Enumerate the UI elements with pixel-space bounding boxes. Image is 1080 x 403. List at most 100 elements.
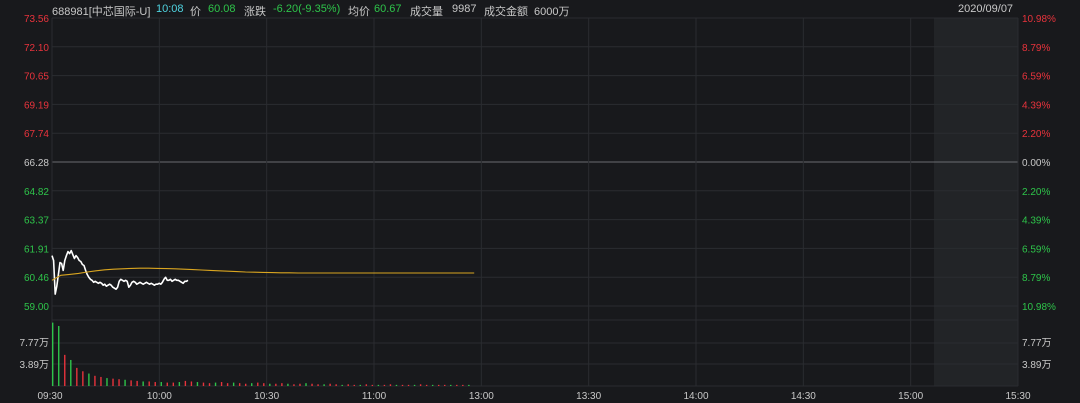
volume-bar [353,384,355,386]
volume-bar [341,384,343,386]
volume-tick-label: 7.77万 [20,338,49,349]
volume-bar [347,384,349,386]
volume-bar [136,380,138,386]
volume-bar [251,383,253,386]
volume-bar [305,383,307,386]
time-axis-labels: 09:30 10:00 10:30 11:00 13:00 13:30 14:00 14:30… [37,391,1030,402]
percent-tick-label: 6.59% [1022,72,1050,83]
volume-bar [450,384,452,386]
price-tick-label: 66.28 [24,158,49,169]
price-tick-label: 60.46 [24,273,49,284]
time-tick-label: 10:00 [147,391,172,402]
volume-bar [287,383,289,386]
volume-bar [172,382,175,386]
percent-tick-label: 8.79% [1022,43,1050,54]
volume-bar [431,384,434,386]
volume-bar [178,382,181,386]
volume-tick-label: 3.89万 [1022,360,1051,371]
percent-tick-label: 10.98% [1022,302,1056,313]
volume-bar [196,382,199,386]
volume-bar [64,354,66,386]
volume-bar [395,384,398,386]
time-tick-label: 11:00 [362,391,387,402]
time-tick-label: 13:00 [469,391,494,402]
price-lines [51,249,475,295]
percent-tick-label: 2.20% [1022,129,1050,140]
volume-bar [160,382,162,386]
volume-bar [377,384,380,386]
volume-bars [52,322,470,386]
volume-bar [383,384,386,386]
percent-tick-label: 10.98% [1022,14,1056,25]
volume-bar [124,379,126,386]
volume-bar [76,367,78,386]
volume-bar [58,326,60,386]
volume-bar [112,378,114,386]
volume-bar [220,382,223,386]
avg-price-series-line [51,267,475,281]
volume-bar [94,375,96,386]
volume-bar [311,383,313,386]
time-tick-label: 14:00 [683,391,708,402]
price-tick-label: 70.65 [24,72,49,83]
volume-bar [437,384,440,386]
volume-bar [269,383,271,386]
time-tick-label: 09:30 [37,391,62,402]
volume-bar [335,384,337,386]
volume-bar [299,383,301,386]
percent-axis-labels: 10.98% 8.79% 6.59% 4.39% 2.20% 0.00% 2.20% 4.39… [1022,14,1056,371]
volume-bar [401,384,404,386]
volume-bar [281,383,283,386]
volume-bar [244,383,247,386]
price-tick-label: 72.10 [24,43,49,54]
volume-bar [82,371,84,386]
volume-bar [208,383,211,386]
volume-tick-label: 3.89万 [20,360,49,371]
volume-bar [419,384,422,386]
volume-bar [166,382,168,386]
price-tick-label: 73.56 [24,14,49,25]
percent-tick-label: 4.39% [1022,100,1050,111]
volume-bar [263,383,265,386]
volume-bar [106,378,108,386]
volume-bar [100,376,102,386]
volume-bar [154,382,156,386]
volume-bar [214,382,217,386]
time-tick-label: 15:30 [1005,391,1030,402]
volume-bar [190,381,193,386]
volume-bar [118,379,120,386]
volume-bar [130,380,132,386]
price-tick-label: 69.19 [24,100,49,111]
volume-bar [226,383,229,386]
volume-bar [232,382,235,386]
price-tick-label: 59.00 [24,302,49,313]
volume-bar [275,383,277,386]
volume-bar [456,384,458,386]
volume-bar [389,384,392,386]
volume-bar [88,373,90,386]
volume-bar [317,384,319,386]
percent-tick-label: 6.59% [1022,244,1050,255]
price-tick-label: 67.74 [24,129,49,140]
volume-bar [425,384,428,386]
volume-bar [293,384,295,386]
time-tick-label: 10:30 [254,391,279,402]
time-tick-label: 13:30 [576,391,601,402]
intraday-chart[interactable]: 73.56 72.10 70.65 69.19 67.74 66.28 64.82 63.37… [0,0,1080,403]
volume-bar [462,384,464,386]
volume-bar [407,384,410,386]
volume-bar [70,359,72,386]
percent-tick-label: 8.79% [1022,273,1050,284]
volume-bar [142,381,144,386]
price-tick-label: 64.82 [24,187,49,198]
closed-session-shade [934,18,1018,386]
volume-bar [238,383,241,386]
percent-tick-label: 2.20% [1022,187,1050,198]
price-series-line [51,249,189,295]
volume-bar [257,382,259,386]
volume-bar [323,384,325,386]
volume-bar [371,384,374,386]
volume-bar [413,384,416,386]
volume-bar [184,380,187,386]
price-axis-labels: 73.56 72.10 70.65 69.19 67.74 66.28 64.82 63.37… [20,14,50,371]
